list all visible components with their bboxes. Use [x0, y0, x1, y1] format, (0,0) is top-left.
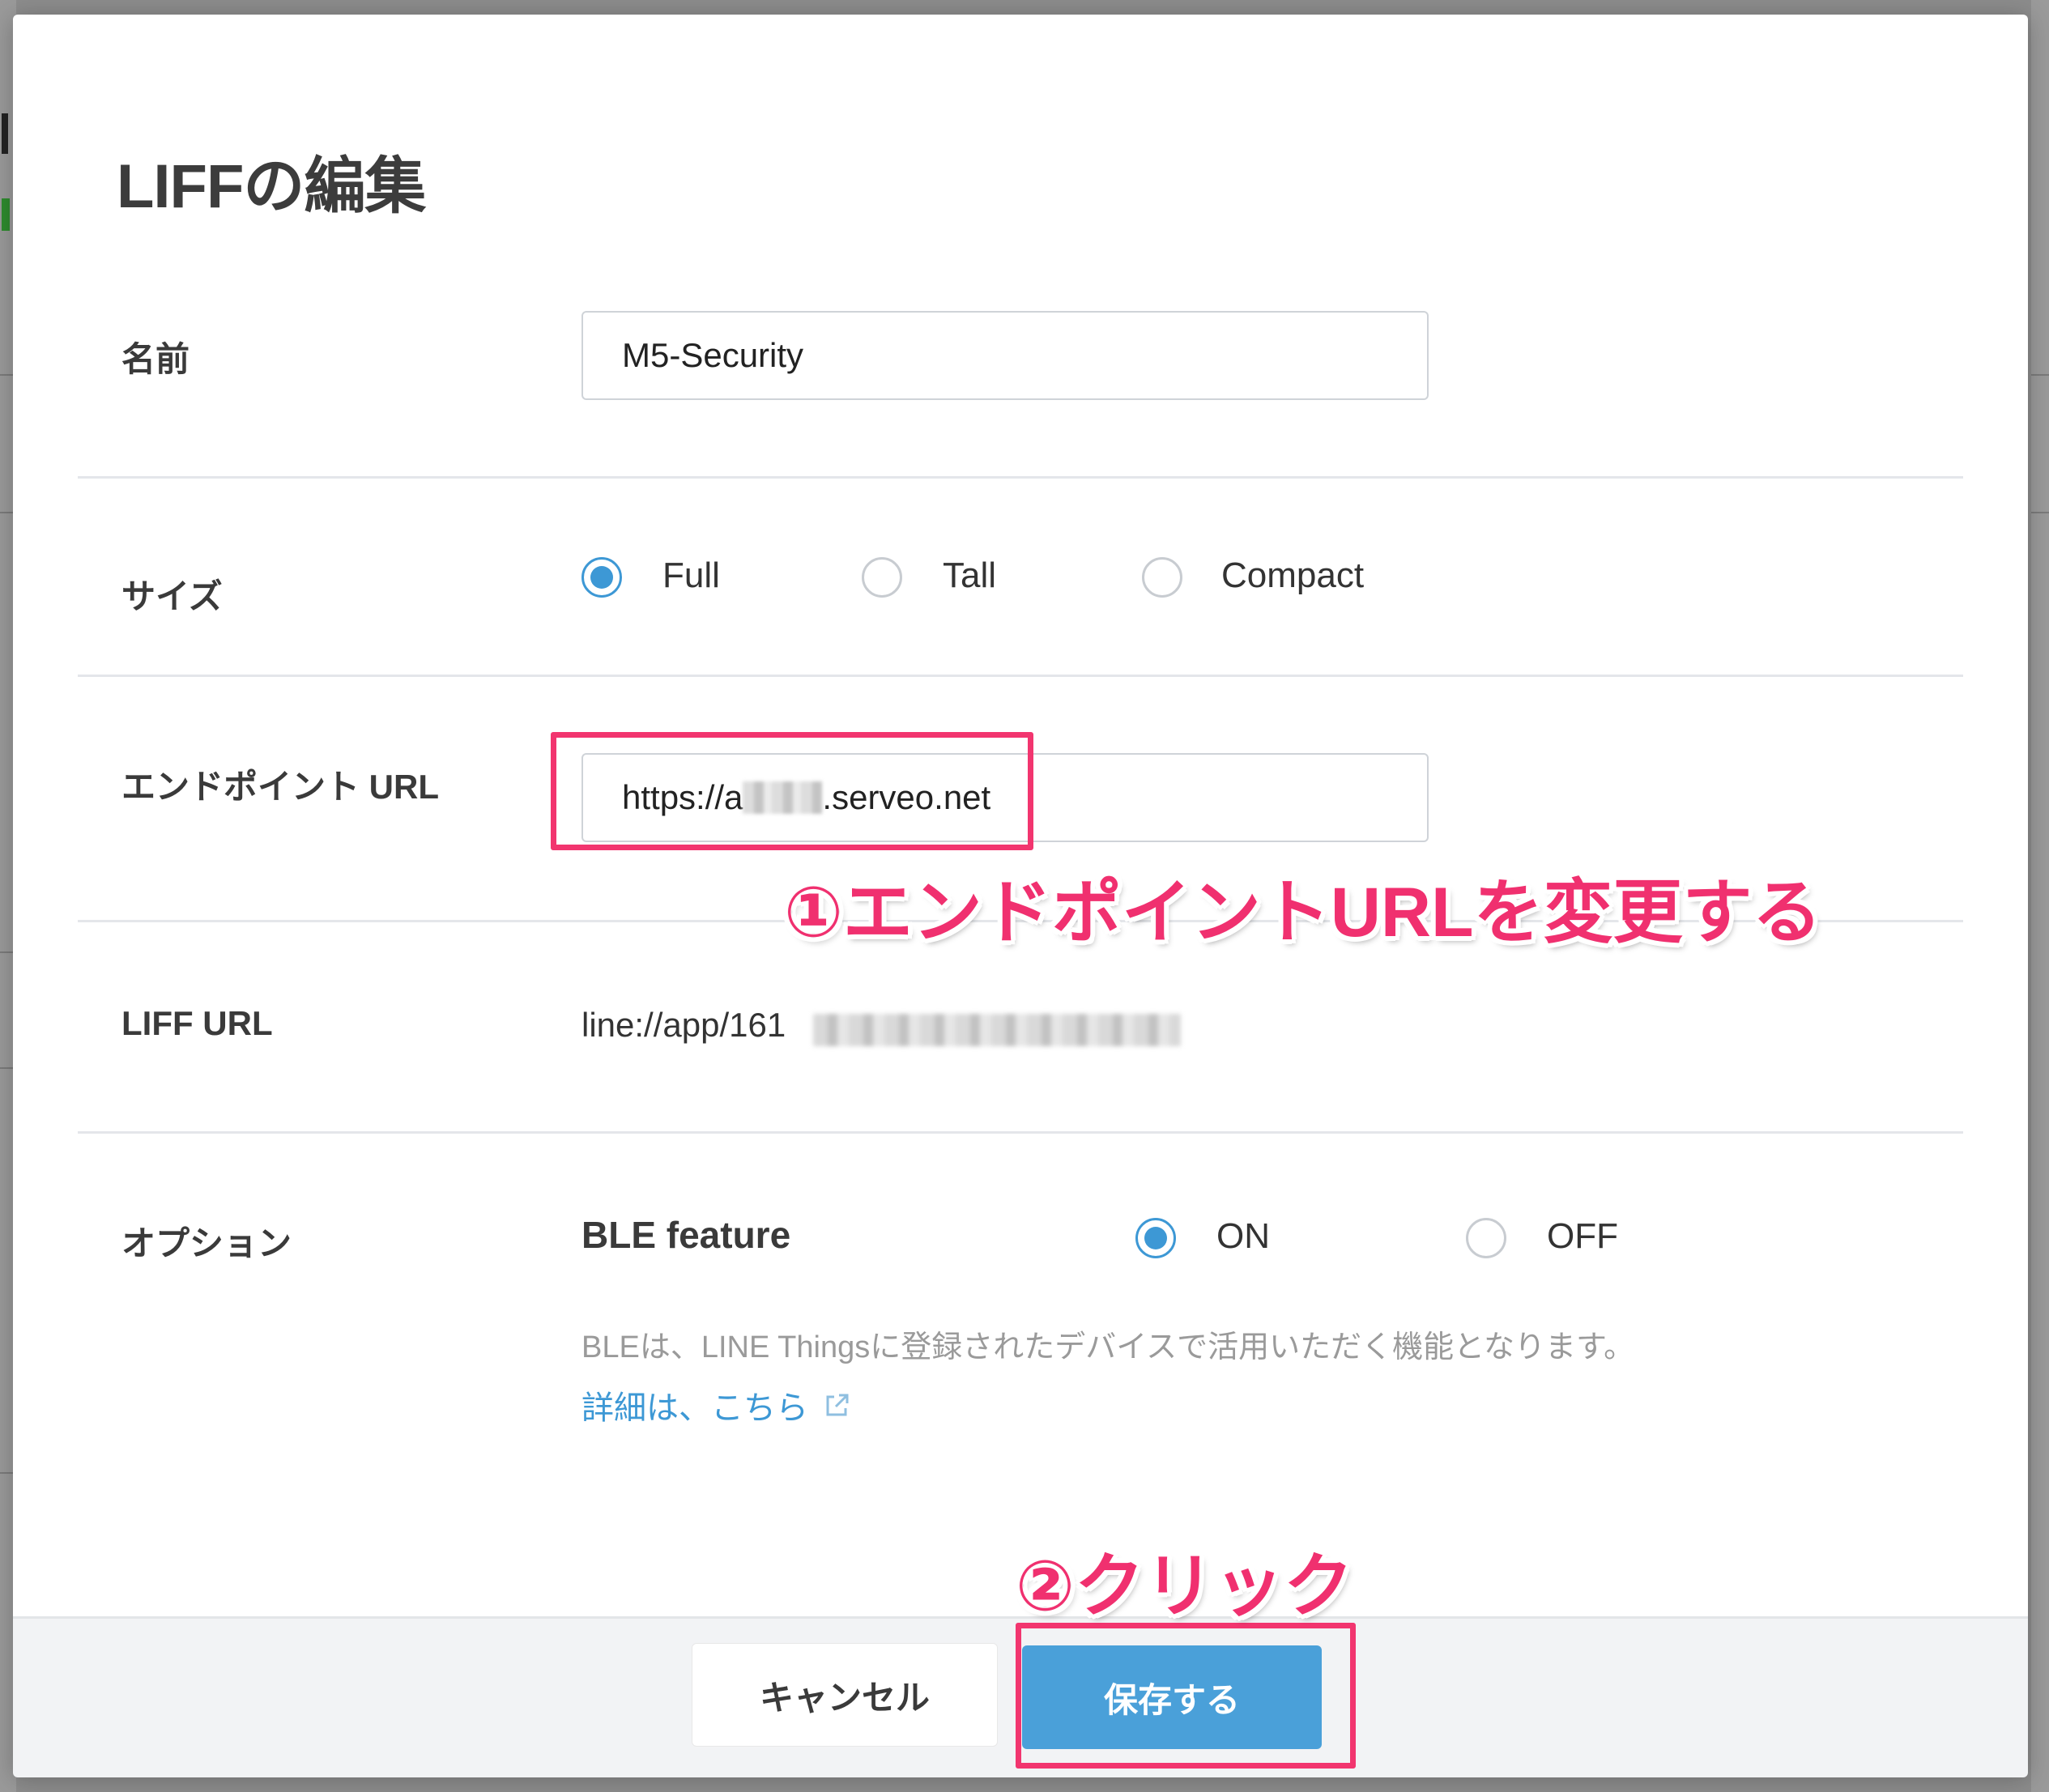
name-label: 名前: [121, 340, 190, 378]
liff-url-redacted: [813, 1014, 1181, 1046]
row-divider: [78, 1131, 1963, 1134]
size-full-radio[interactable]: [581, 557, 622, 598]
endpoint-highlight-box: [551, 732, 1033, 850]
name-input[interactable]: M5-Security: [581, 311, 1429, 400]
name-input-value: M5-Security: [622, 336, 804, 374]
endpoint-url-label: エンドポイント URL: [121, 768, 439, 806]
step2-annotation: ②クリック: [1016, 1547, 1353, 1625]
size-tall-radio[interactable]: [862, 557, 902, 598]
ble-off-label[interactable]: OFF: [1547, 1216, 1618, 1257]
size-full-label[interactable]: Full: [662, 555, 720, 596]
save-highlight-box: [1016, 1623, 1356, 1769]
size-label: サイズ: [121, 577, 223, 615]
size-compact-label[interactable]: Compact: [1221, 555, 1364, 596]
liff-url-value: line://app/161: [581, 1006, 786, 1044]
ble-off-radio[interactable]: [1466, 1218, 1506, 1258]
background-strip-right: [2031, 0, 2049, 1792]
background-mark: [2, 198, 10, 231]
liff-url-label: LIFF URL: [121, 1004, 273, 1042]
external-link-icon[interactable]: [821, 1389, 854, 1421]
details-link[interactable]: 詳細は、こちら: [581, 1381, 854, 1428]
row-divider: [78, 675, 1963, 677]
options-label: オプション: [121, 1224, 292, 1262]
size-tall-label[interactable]: Tall: [943, 555, 996, 596]
ble-feature-heading: BLE feature: [581, 1214, 791, 1256]
background-divider: [2031, 512, 2049, 513]
row-divider: [78, 476, 1963, 479]
details-link-label[interactable]: 詳細は、こちら: [581, 1381, 808, 1428]
modal-title: LIFFの編集: [117, 152, 426, 221]
background-divider: [2031, 374, 2049, 376]
step1-annotation: ①エンドポイントURLを変更する: [784, 874, 1822, 951]
size-compact-radio[interactable]: [1142, 557, 1182, 598]
ble-help-text: BLEは、LINE Thingsに登録されたデバイスで活用いただく機能となります…: [581, 1330, 1635, 1364]
ble-on-radio[interactable]: [1135, 1218, 1176, 1258]
ble-on-label[interactable]: ON: [1216, 1216, 1270, 1257]
cancel-button[interactable]: キャンセル: [692, 1643, 998, 1747]
background-mark: [2, 113, 8, 154]
